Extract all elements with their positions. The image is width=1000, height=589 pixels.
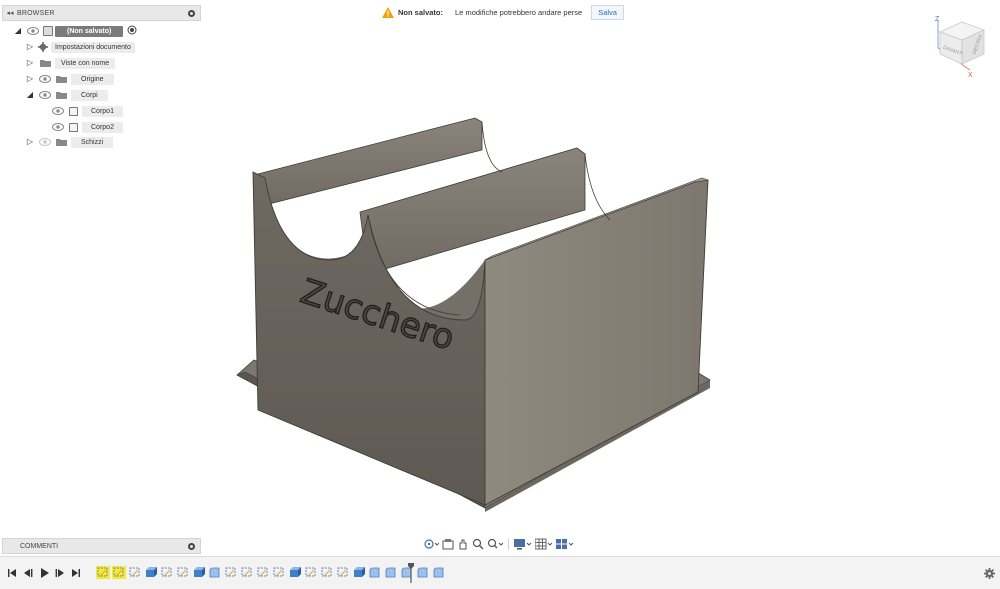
tree-item-body1[interactable]: Corpo1 — [48, 105, 123, 117]
expand-triangle-icon[interactable]: ▷ — [25, 41, 35, 53]
tree-item-label: Schizzi — [71, 136, 114, 148]
timeline-sketch-icon[interactable] — [240, 566, 254, 579]
model-viewport[interactable]: Zucchero — [220, 110, 740, 520]
navigation-toolbar — [423, 536, 574, 552]
fit-zoom-icon[interactable] — [487, 537, 503, 551]
folder-icon — [40, 59, 51, 67]
visibility-eye-icon[interactable] — [39, 91, 51, 99]
folder-icon — [56, 91, 67, 99]
timeline-sketch-icon[interactable] — [336, 566, 350, 579]
expand-triangle-icon[interactable]: ▷ — [25, 73, 35, 85]
toolbar-separator — [508, 538, 509, 550]
tree-item-label: Corpo2 — [82, 121, 123, 133]
look-at-icon[interactable] — [442, 537, 454, 551]
pin-panel-button[interactable] — [188, 9, 195, 17]
gear-icon — [38, 42, 48, 52]
folder-icon — [56, 75, 67, 83]
timeline-sketch-icon[interactable] — [304, 566, 318, 579]
timeline-extrude-icon[interactable] — [192, 566, 206, 579]
timeline-sketch-icon[interactable] — [224, 566, 238, 579]
activate-radio-icon[interactable] — [127, 25, 137, 37]
timeline-sketch-icon[interactable] — [256, 566, 270, 579]
warning-icon — [382, 7, 394, 18]
tree-item-sketches[interactable]: ▷ Schizzi — [25, 136, 114, 148]
expand-triangle-icon[interactable]: ◢ — [13, 25, 23, 37]
body-icon — [69, 122, 78, 132]
timeline-extrude-icon[interactable] — [352, 566, 366, 579]
unsaved-status: Non salvato: — [398, 8, 444, 17]
tree-item-label: Impostazioni documento — [51, 41, 135, 53]
timeline-sketch-icon[interactable] — [320, 566, 334, 579]
document-root-label[interactable]: (Non salvato) — [55, 25, 124, 37]
comments-title: COMMENTI — [20, 542, 59, 550]
timeline-fillet-icon[interactable] — [368, 566, 382, 579]
viewcube-axis-z: Z — [935, 16, 940, 23]
pan-icon[interactable] — [457, 537, 469, 551]
visibility-eye-icon[interactable] — [39, 75, 51, 83]
expand-triangle-icon[interactable]: ▷ — [25, 57, 35, 69]
timeline-sketch-icon[interactable] — [128, 566, 142, 579]
viewcube[interactable]: Z X DAVANTI DESTRA — [928, 12, 988, 80]
go-to-end-icon[interactable] — [71, 568, 81, 578]
tree-item-bodies[interactable]: ◢ Corpi — [25, 89, 108, 101]
collapse-triangle-icon[interactable]: ◢ — [25, 89, 35, 101]
collapse-panel-icon[interactable]: ◂◂ — [3, 9, 17, 17]
timeline — [0, 556, 1000, 589]
comments-panel-header[interactable]: COMMENTI — [2, 538, 201, 554]
visibility-eye-icon[interactable] — [52, 123, 64, 131]
display-settings-icon[interactable] — [514, 537, 532, 551]
step-back-icon[interactable] — [23, 568, 33, 578]
visibility-eye-icon[interactable] — [27, 27, 39, 35]
body-icon — [69, 106, 78, 116]
timeline-extrude-icon[interactable] — [288, 566, 302, 579]
visibility-eye-icon[interactable] — [52, 107, 64, 115]
tree-item-label: Corpo1 — [82, 105, 123, 117]
viewports-icon[interactable] — [556, 537, 574, 551]
orbit-icon[interactable] — [423, 537, 439, 551]
timeline-fillet-icon[interactable] — [416, 566, 430, 579]
tree-item-label: Viste con nome — [55, 57, 116, 69]
go-to-start-icon[interactable] — [7, 568, 17, 578]
viewcube-axis-x: X — [968, 72, 973, 79]
unsaved-banner: Non salvato: Le modifiche potrebbero and… — [382, 4, 624, 21]
gear-icon[interactable] — [984, 568, 995, 579]
timeline-fillet-icon[interactable] — [208, 566, 222, 579]
play-icon[interactable] — [39, 568, 49, 578]
browser-title: BROWSER — [17, 9, 55, 17]
playback-controls — [7, 568, 81, 578]
tree-item-body2[interactable]: Corpo2 — [48, 121, 123, 133]
timeline-fillet-icon[interactable] — [384, 566, 398, 579]
tree-root-row[interactable]: ◢ (Non salvato) — [13, 25, 137, 37]
tree-item-origin[interactable]: ▷ Origine — [25, 73, 114, 85]
folder-icon — [56, 138, 67, 146]
tree-item-label: Origine — [71, 73, 114, 85]
save-button[interactable]: Salva — [591, 5, 624, 20]
timeline-sketch-icon[interactable] — [160, 566, 174, 579]
timeline-sketch-icon[interactable] — [112, 566, 126, 579]
browser-panel-header: ◂◂ BROWSER — [2, 5, 201, 21]
timeline-sketch-icon[interactable] — [176, 566, 190, 579]
visibility-eye-hidden-icon[interactable] — [39, 138, 51, 146]
add-comment-button[interactable] — [188, 542, 195, 550]
unsaved-message: Le modifiche potrebbero andare perse — [455, 8, 583, 17]
timeline-sketch-icon[interactable] — [272, 566, 286, 579]
tree-item-settings[interactable]: ▷ Impostazioni documento — [25, 41, 135, 53]
grid-settings-icon[interactable] — [535, 537, 553, 551]
timeline-fillet-icon[interactable] — [432, 566, 446, 579]
tree-item-label: Corpi — [71, 89, 108, 101]
timeline-extrude-icon[interactable] — [144, 566, 158, 579]
zoom-icon[interactable] — [472, 537, 484, 551]
timeline-marker[interactable] — [408, 563, 414, 583]
sugar-holder-model[interactable]: Zucchero — [220, 110, 740, 520]
step-forward-icon[interactable] — [55, 568, 65, 578]
expand-triangle-icon[interactable]: ▷ — [25, 136, 35, 148]
timeline-sketch-icon[interactable] — [96, 566, 110, 579]
document-icon — [43, 26, 53, 36]
timeline-features — [96, 566, 446, 579]
tree-item-named-views[interactable]: ▷ Viste con nome — [25, 57, 116, 69]
